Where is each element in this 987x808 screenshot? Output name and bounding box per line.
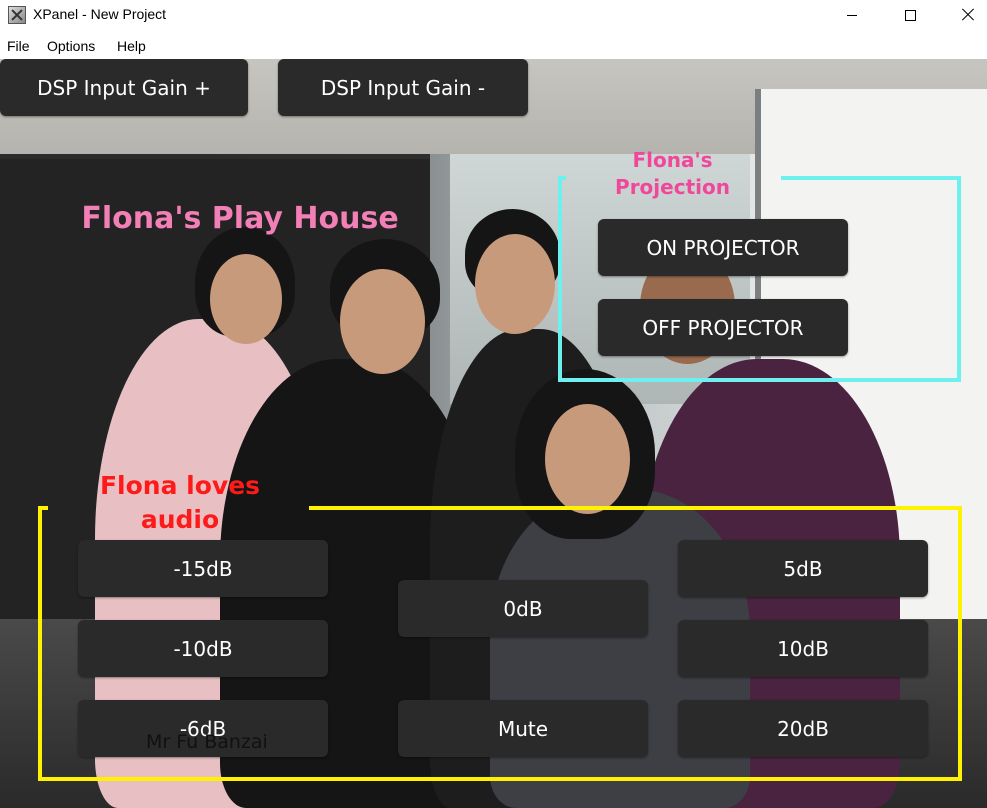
play-house-title: Flona's Play House xyxy=(81,201,399,236)
projection-group-box xyxy=(781,176,961,180)
person-name-label: Mr Fu Banzai xyxy=(146,731,268,753)
dsp-input-gain-plus-button[interactable]: DSP Input Gain + xyxy=(0,59,248,116)
on-projector-button[interactable]: ON PROJECTOR xyxy=(598,219,848,276)
dsp-input-gain-minus-button[interactable]: DSP Input Gain - xyxy=(278,59,528,116)
minus-15db-button[interactable]: -15dB xyxy=(78,540,328,597)
plus-10db-button[interactable]: 10dB xyxy=(678,620,928,677)
minimize-icon xyxy=(847,14,857,16)
menu-options[interactable]: Options xyxy=(47,38,95,54)
maximize-button[interactable] xyxy=(881,0,939,30)
off-projector-button[interactable]: OFF PROJECTOR xyxy=(598,299,848,356)
window-title: XPanel - New Project xyxy=(33,6,167,22)
xpanel-app-icon xyxy=(8,6,26,24)
minus-10db-button[interactable]: -10dB xyxy=(78,620,328,677)
maximize-icon xyxy=(904,9,916,21)
plus-5db-button[interactable]: 5dB xyxy=(678,540,928,597)
person-photo xyxy=(340,269,425,374)
person-photo xyxy=(545,404,630,514)
close-icon xyxy=(961,8,975,22)
audio-group-box xyxy=(309,506,962,510)
menu-help[interactable]: Help xyxy=(117,38,146,54)
close-button[interactable] xyxy=(939,0,987,30)
menu-bar: File Options Help xyxy=(0,32,987,59)
person-photo xyxy=(475,234,555,334)
menu-file[interactable]: File xyxy=(7,38,30,54)
audio-group-title: Flona loves audio xyxy=(99,471,261,534)
audio-group-box xyxy=(38,506,48,510)
person-photo xyxy=(210,254,282,344)
minimize-button[interactable] xyxy=(823,0,881,30)
mute-button[interactable]: Mute xyxy=(398,700,648,757)
zero-db-button[interactable]: 0dB xyxy=(398,580,648,637)
title-bar: XPanel - New Project xyxy=(0,0,987,32)
plus-20db-button[interactable]: 20dB xyxy=(678,700,928,757)
projection-group-title: Flona's Projection xyxy=(615,148,730,199)
panel-canvas: DSP Input Gain + DSP Input Gain - Flona'… xyxy=(0,59,987,808)
projection-group-box xyxy=(558,176,566,180)
